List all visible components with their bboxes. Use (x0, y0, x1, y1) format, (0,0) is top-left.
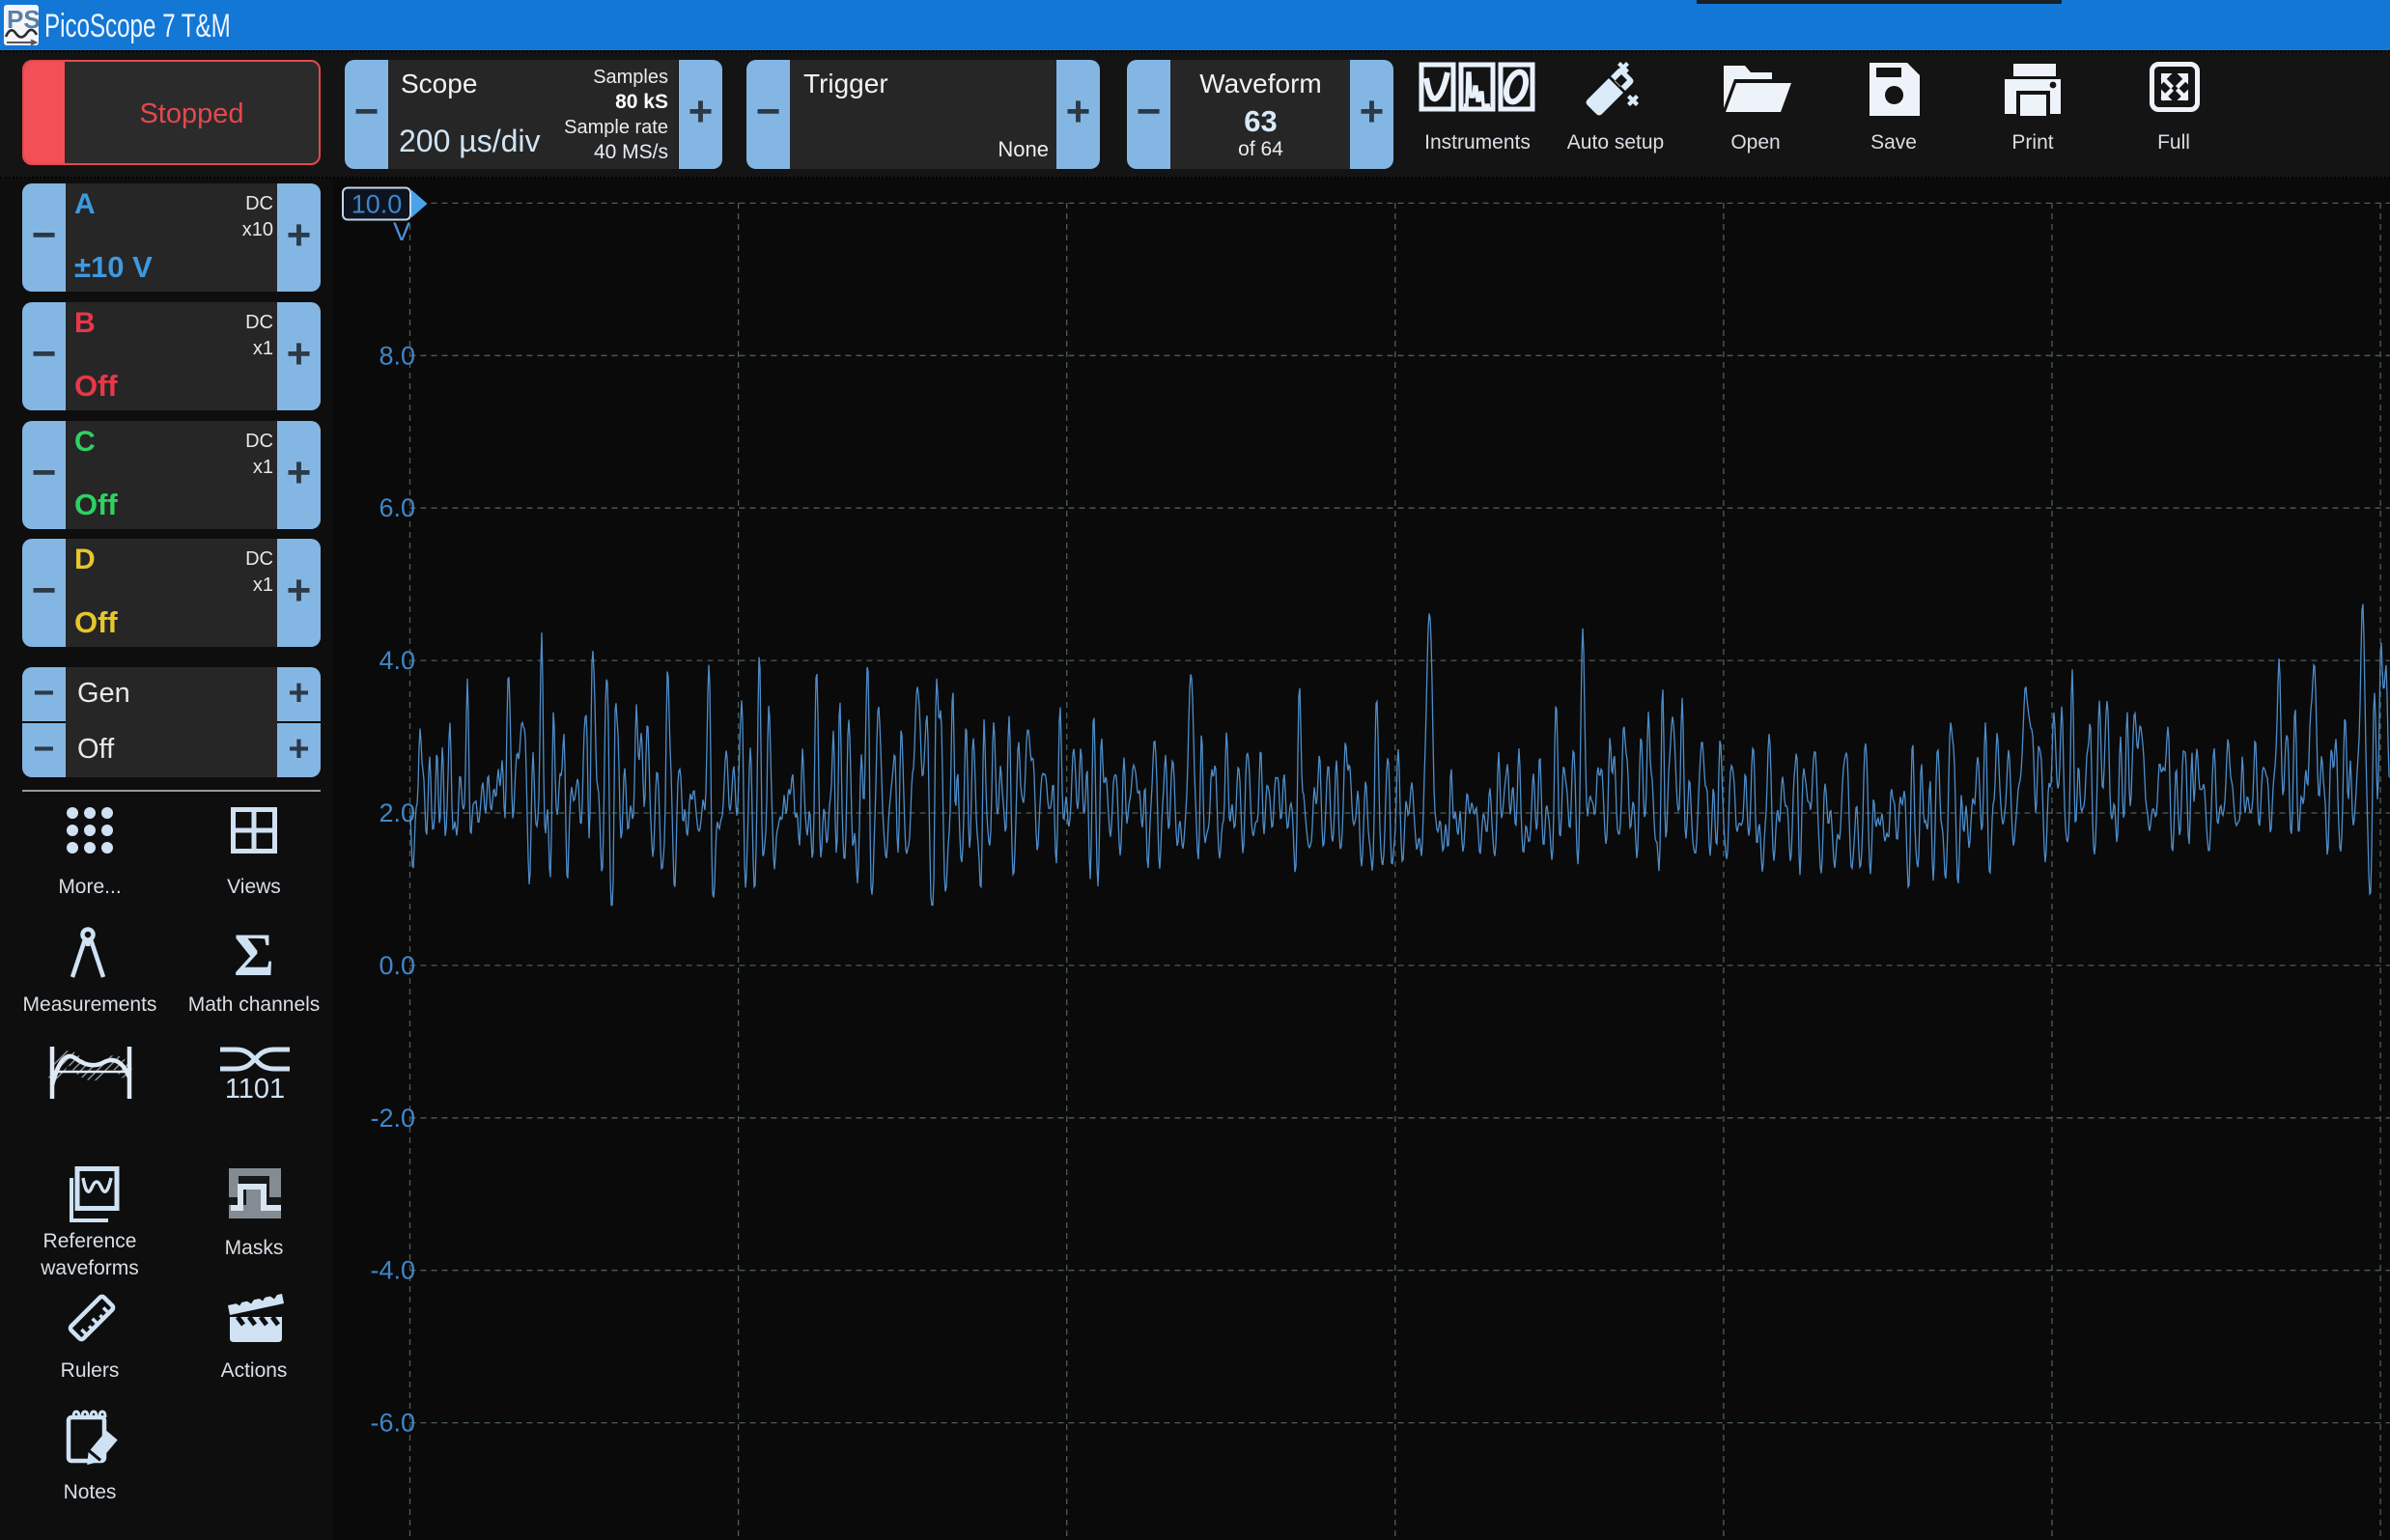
svg-text:4.0: 4.0 (379, 646, 415, 675)
svg-text:2.0: 2.0 (379, 798, 415, 827)
svg-text:10.0: 10.0 (351, 190, 403, 219)
svg-text:8.0: 8.0 (379, 341, 415, 370)
svg-text:6.0: 6.0 (379, 493, 415, 522)
svg-text:-6.0: -6.0 (370, 1409, 415, 1438)
svg-text:V: V (393, 217, 410, 246)
svg-text:-2.0: -2.0 (370, 1104, 415, 1133)
svg-text:0.0: 0.0 (379, 951, 415, 980)
svg-text:-4.0: -4.0 (370, 1256, 415, 1285)
